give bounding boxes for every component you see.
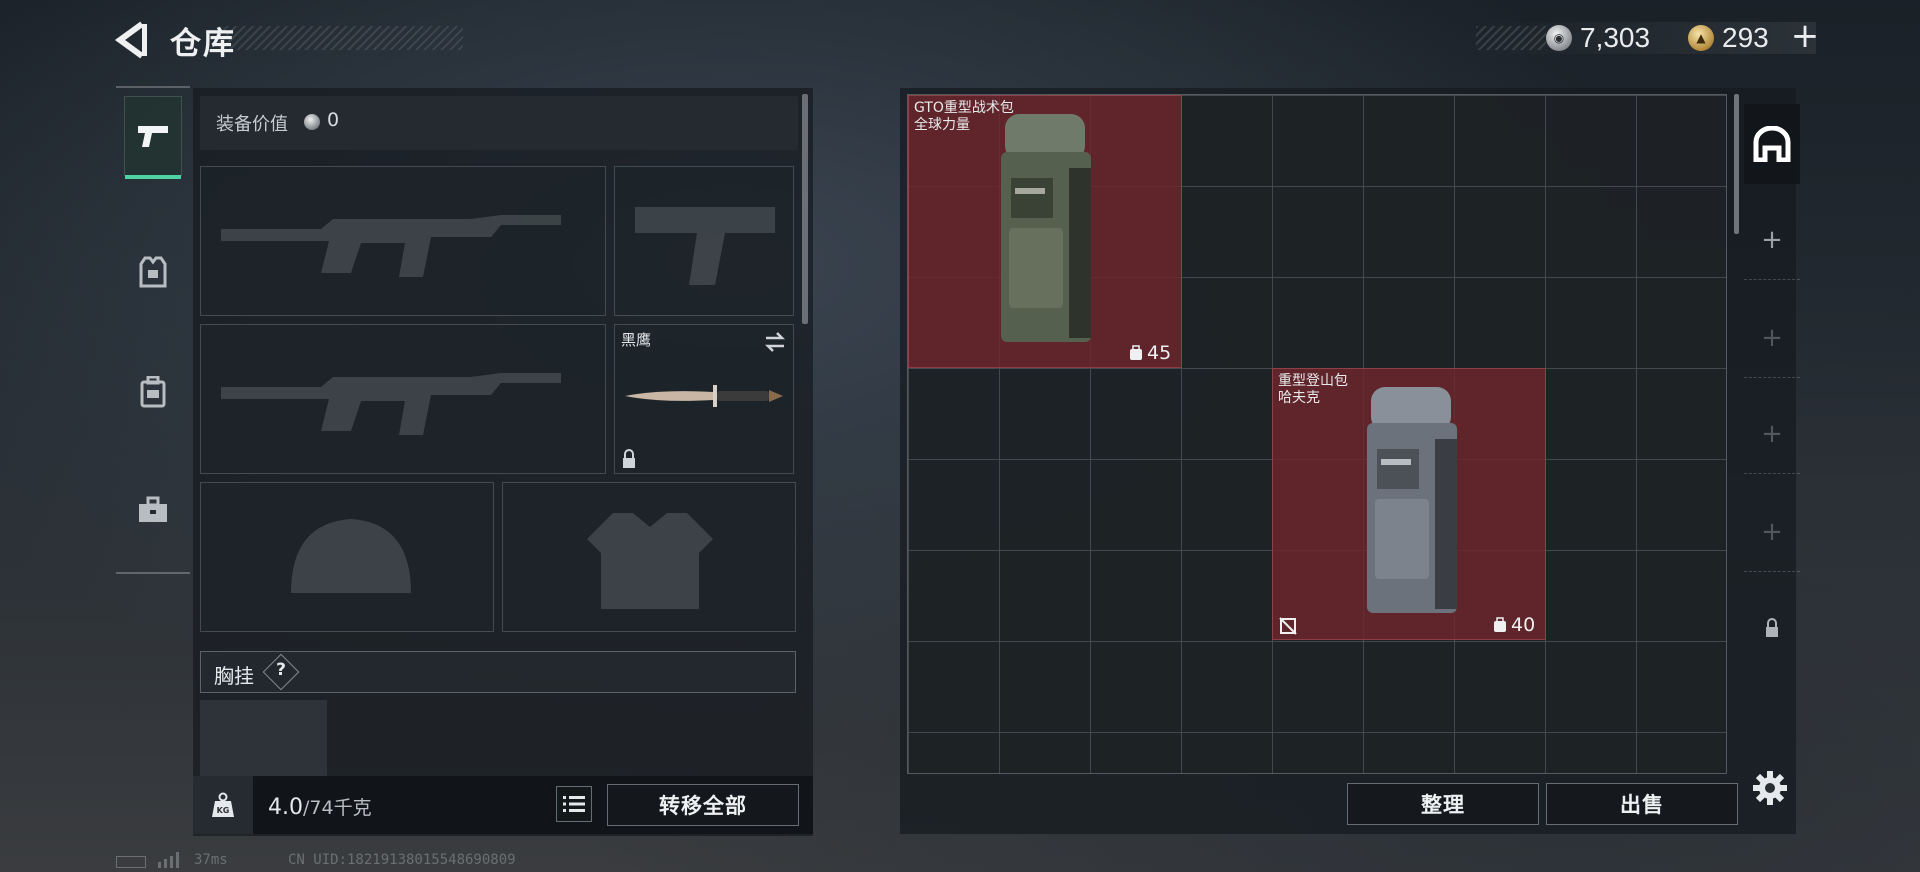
- equipment-value: 0: [327, 109, 340, 131]
- tab-supplies[interactable]: [124, 470, 182, 550]
- swap-icon[interactable]: [763, 331, 787, 353]
- weight-max: /74千克: [303, 797, 372, 819]
- help-label: ?: [276, 660, 286, 680]
- gold-coin-icon: ▲: [1688, 25, 1714, 51]
- weight-current: 4.0: [268, 795, 303, 820]
- knife-icon: [625, 385, 783, 407]
- chest-rig-label: 胸挂: [214, 664, 254, 688]
- equipment-value-label: 装备价值: [216, 114, 288, 135]
- rifle-silhouette-icon: [221, 373, 561, 435]
- item-capacity: 45: [1129, 342, 1171, 364]
- rail-divider: [116, 572, 190, 574]
- transfer-all-button[interactable]: 转移全部: [607, 784, 799, 826]
- currency-decoration: [1476, 26, 1546, 50]
- primary-weapon-slot[interactable]: [200, 166, 606, 316]
- gear-icon: [1753, 771, 1787, 805]
- backpack-image: [1001, 114, 1091, 342]
- weight-indicator: KG: [193, 776, 253, 834]
- tab-weapons[interactable]: [124, 96, 182, 179]
- pistol-icon: [138, 126, 168, 147]
- item-subtitle: 全球力量: [914, 117, 970, 133]
- ping-readout: 37ms: [194, 852, 228, 868]
- backpack-capacity-icon: [1130, 345, 1142, 360]
- title-decoration: [218, 26, 463, 50]
- tab-stash-add[interactable]: +: [1744, 298, 1800, 378]
- helmet-slot[interactable]: [200, 482, 494, 632]
- melee-name: 黑鹰: [621, 331, 652, 349]
- armor-vest-icon: [139, 256, 167, 288]
- no-insurance-icon: [1279, 617, 1297, 635]
- tab-stash-locked[interactable]: [1744, 588, 1800, 668]
- gold-currency-value: 293: [1722, 22, 1769, 53]
- tab-armor[interactable]: [124, 232, 182, 312]
- armor-silhouette-icon: [587, 513, 713, 609]
- item-capacity-value: 40: [1511, 614, 1536, 636]
- backpack-image: [1367, 387, 1457, 613]
- tab-stash-add[interactable]: +: [1744, 492, 1800, 572]
- add-currency-button[interactable]: +: [1790, 18, 1820, 54]
- item-capacity-value: 45: [1147, 342, 1172, 364]
- user-uid: CN UID:1821913801554869080​9: [288, 852, 516, 868]
- armor-slot[interactable]: [502, 482, 796, 632]
- settings-button[interactable]: [1752, 770, 1792, 810]
- item-capacity: 40: [1493, 614, 1535, 636]
- rail-divider: [116, 86, 190, 88]
- weight-readout: 4.0/74千克: [268, 793, 372, 820]
- back-arrow-icon: [114, 21, 147, 59]
- silver-coin-icon: [304, 114, 320, 130]
- melee-slot[interactable]: 黑鹰: [614, 324, 794, 474]
- tab-backpack[interactable]: [124, 352, 182, 432]
- secondary-weapon-slot[interactable]: [200, 324, 606, 474]
- lock-icon: [1766, 618, 1778, 637]
- list-icon: [563, 796, 585, 812]
- sell-button[interactable]: 出售: [1546, 783, 1738, 825]
- storage-item-backpack[interactable]: 重型登山包 哈夫克 40: [1272, 368, 1546, 640]
- sidearm-slot[interactable]: [614, 166, 794, 316]
- chest-rig-slot[interactable]: [200, 700, 327, 780]
- equipment-value-header: [200, 96, 798, 150]
- tab-stash-add[interactable]: +: [1744, 394, 1800, 474]
- back-button[interactable]: [112, 18, 152, 62]
- signal-icon: [158, 852, 182, 868]
- item-subtitle: 哈夫克: [1278, 390, 1320, 406]
- tab-stash-main[interactable]: [1744, 104, 1800, 184]
- backpack-icon: [140, 376, 166, 408]
- svg-text:KG: KG: [217, 806, 230, 815]
- tab-stash-add[interactable]: +: [1744, 200, 1800, 280]
- silver-currency-value: 7,303: [1580, 22, 1651, 53]
- backpack-capacity-icon: [1494, 617, 1506, 632]
- stash-icon: [1753, 126, 1791, 162]
- lock-icon: [623, 449, 635, 468]
- sort-button[interactable]: 整理: [1347, 783, 1539, 825]
- list-view-button[interactable]: [556, 786, 592, 822]
- battery-icon: [116, 856, 146, 868]
- helmet-silhouette-icon: [291, 519, 411, 593]
- silver-coin-icon: ◉: [1546, 25, 1572, 51]
- storage-item-backpack[interactable]: GTO重型战术包 全球力量 45: [908, 95, 1182, 368]
- weight-icon: KG: [212, 792, 234, 817]
- briefcase-icon: [139, 496, 167, 522]
- storage-scrollbar[interactable]: [1734, 94, 1739, 234]
- equipment-scrollbar[interactable]: [802, 94, 808, 324]
- item-name: 重型登山包: [1278, 373, 1348, 389]
- rifle-silhouette-icon: [221, 215, 561, 277]
- pistol-silhouette-icon: [635, 207, 775, 285]
